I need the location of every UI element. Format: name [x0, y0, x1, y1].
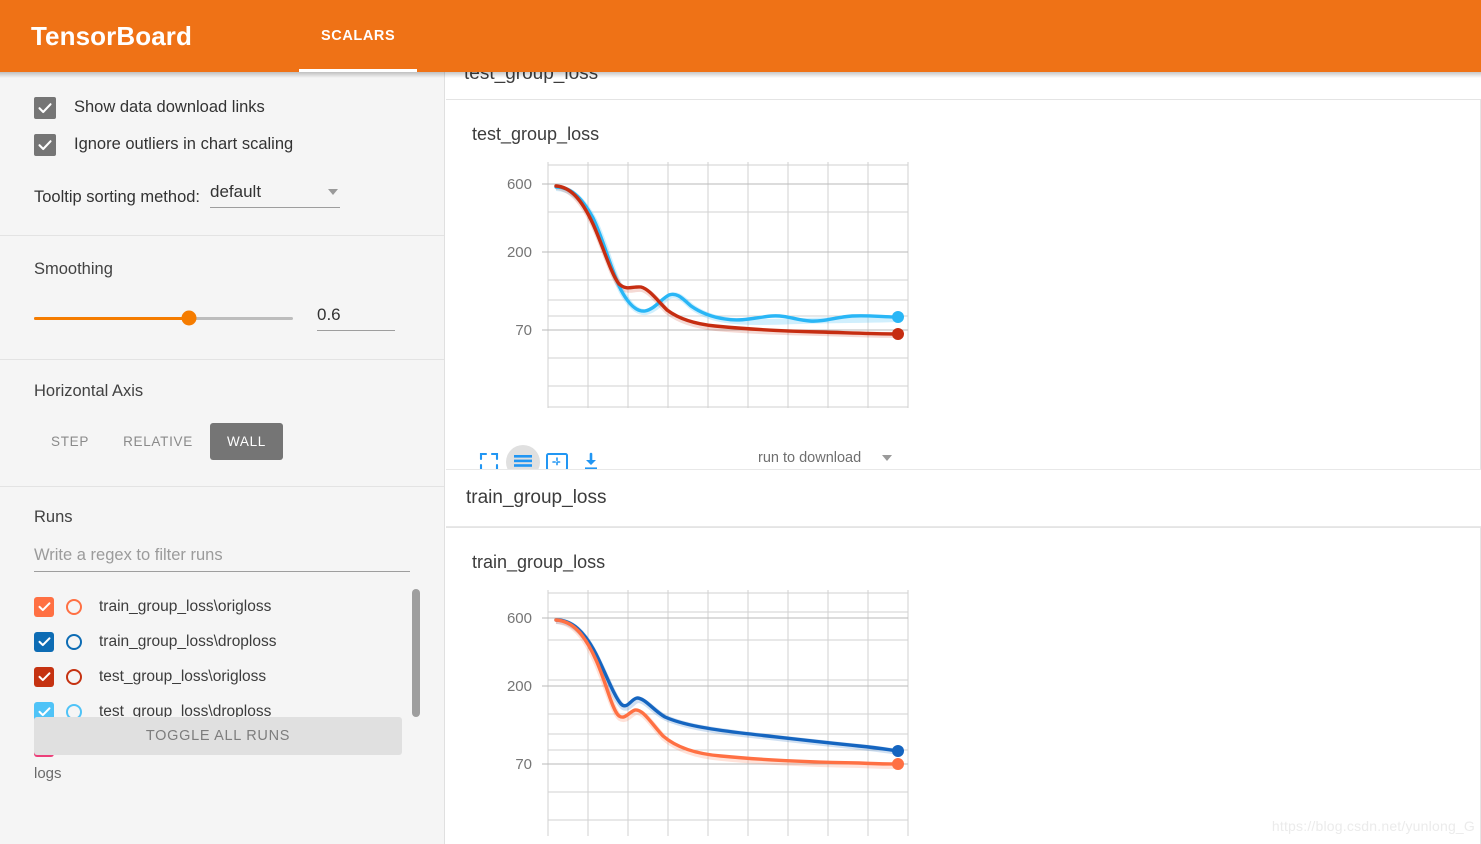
tooltip-sorting-label: Tooltip sorting method:: [34, 188, 201, 206]
runs-section: Runs Write a regex to filter runs train_…: [0, 487, 444, 792]
nav-tabs: SCALARS: [298, 0, 418, 72]
smoothing-slider[interactable]: [34, 310, 293, 326]
endpoint-marker-train-droploss: [892, 745, 904, 757]
run-item[interactable]: test_group_loss\origloss: [34, 659, 410, 694]
y-tick-70: 70: [515, 756, 532, 773]
runs-title: Runs: [34, 508, 73, 526]
chart-plot-train-group-loss[interactable]: 600 200 70: [470, 588, 910, 838]
runs-filter-placeholder: Write a regex to filter runs: [34, 546, 223, 564]
run-checkbox[interactable]: [34, 596, 54, 617]
checkbox-row-show-download-links[interactable]: Show data download links: [34, 89, 410, 126]
tooltip-sorting-select[interactable]: default: [210, 182, 341, 208]
smoothing-section: Smoothing 0.6: [0, 236, 444, 360]
smoothing-row: 0.6: [34, 305, 410, 331]
y-tick-70: 70: [515, 322, 532, 339]
run-item[interactable]: train_group_loss\origloss: [34, 589, 410, 624]
tab-scalars-label: SCALARS: [320, 28, 396, 44]
tab-scalars[interactable]: SCALARS: [298, 0, 418, 72]
settings-sidebar: Show data download links Ignore outliers…: [0, 72, 445, 844]
display-options-section: Show data download links Ignore outliers…: [0, 89, 444, 236]
logs-label: logs: [34, 765, 62, 782]
tensorboard-app: TensorBoard SCALARS Show data download l…: [0, 0, 1481, 844]
series-line-origloss: [554, 184, 900, 336]
haxis-option-step[interactable]: STEP: [34, 423, 106, 460]
horizontal-axis-buttons: STEP RELATIVE WALL: [34, 423, 410, 460]
clipped-section-header-title: test_group_loss: [464, 72, 599, 84]
top-app-bar: TensorBoard SCALARS: [0, 0, 1481, 72]
checkbox-row-ignore-outliers[interactable]: Ignore outliers in chart scaling: [34, 126, 410, 163]
haxis-option-wall[interactable]: WALL: [209, 423, 283, 460]
chart-plot-test-group-loss[interactable]: 600 200 70: [470, 160, 910, 410]
toggle-all-runs-button[interactable]: TOGGLE ALL RUNS: [34, 717, 402, 755]
run-to-download-value: run to download: [758, 450, 862, 466]
runs-list-scrollbar[interactable]: [412, 589, 420, 717]
y-tick-600: 600: [507, 176, 532, 193]
runs-filter-input[interactable]: Write a regex to filter runs: [34, 546, 410, 572]
horizontal-axis-title: Horizontal Axis: [34, 382, 144, 400]
run-label: test_group_loss\origloss: [99, 667, 267, 685]
horizontal-axis-section: Horizontal Axis STEP RELATIVE WALL: [0, 360, 444, 487]
charts-main-area: test_group_loss test_group_loss 600 200 …: [445, 72, 1481, 844]
run-label: train_group_loss\droploss: [99, 632, 277, 650]
toggle-all-runs-label: TOGGLE ALL RUNS: [145, 728, 291, 744]
chart-card-train-group-loss: train_group_loss 600 200 70: [446, 527, 1481, 844]
run-color-circle-icon: [66, 598, 82, 615]
checkbox-label: Ignore outliers in chart scaling: [74, 135, 294, 153]
tooltip-sorting-row: Tooltip sorting method: default: [34, 182, 410, 235]
run-item[interactable]: train_group_loss\droploss: [34, 624, 410, 659]
series-line-train-origloss: [554, 618, 900, 766]
checkmark-icon[interactable]: [34, 96, 56, 119]
chart-title: train_group_loss: [472, 552, 606, 572]
chevron-down-icon: [882, 455, 892, 461]
chart-card-test-group-loss: test_group_loss 600 200 70 run to downlo…: [446, 99, 1481, 479]
endpoint-marker-train-origloss: [892, 758, 904, 770]
checkbox-label: Show data download links: [74, 98, 265, 116]
smoothing-value-field[interactable]: 0.6: [317, 305, 395, 331]
endpoint-marker-droploss: [892, 311, 904, 323]
haxis-option-relative[interactable]: RELATIVE: [106, 423, 210, 460]
smoothing-value: 0.6: [317, 305, 341, 324]
smoothing-slider-knob[interactable]: [181, 310, 197, 326]
section-header-title: train_group_loss: [466, 487, 607, 508]
y-tick-200: 200: [507, 244, 532, 261]
series-line-droploss: [554, 185, 900, 323]
smoothing-slider-fill: [34, 316, 190, 320]
run-checkbox[interactable]: [34, 631, 54, 652]
watermark-text: https://blog.csdn.net/yunlong_G: [1271, 818, 1475, 834]
y-tick-200: 200: [507, 678, 532, 695]
tooltip-sorting-value: default: [210, 182, 262, 201]
smoothing-title: Smoothing: [34, 260, 113, 278]
run-label: train_group_loss\origloss: [99, 597, 272, 615]
run-color-circle-icon: [66, 668, 82, 685]
run-color-circle-icon: [66, 633, 82, 650]
checkmark-icon[interactable]: [34, 133, 56, 156]
chevron-down-icon: [328, 189, 339, 195]
chart-title: test_group_loss: [472, 124, 600, 144]
section-header-train-group-loss[interactable]: train_group_loss: [446, 469, 1481, 527]
run-checkbox[interactable]: [34, 666, 54, 687]
endpoint-marker-origloss: [892, 328, 904, 340]
app-brand-title: TensorBoard: [31, 21, 192, 51]
y-tick-600: 600: [507, 610, 532, 627]
